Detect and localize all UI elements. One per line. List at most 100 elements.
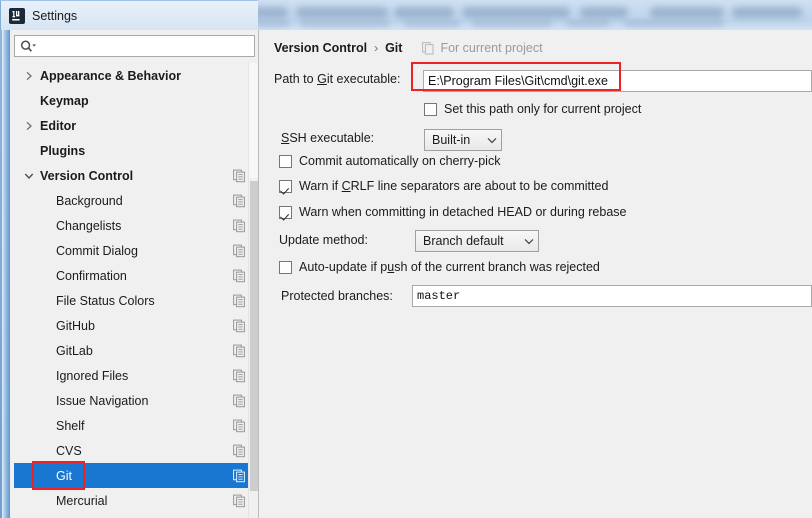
sidebar-item-label: Background	[56, 193, 123, 208]
set-path-only-current-project-label: Set this path only for current project	[444, 102, 642, 116]
git-path-label: Path to Git executable:	[274, 72, 401, 86]
sidebar-item-label: Ignored Files	[56, 368, 129, 383]
settings-window: Settings Appearance & Behavior Keymap Ed…	[0, 0, 812, 518]
sidebar-scrollbar-thumb[interactable]	[250, 181, 258, 491]
breadcrumb: Version Control › Git For current projec…	[274, 41, 543, 55]
copy-icon[interactable]	[233, 444, 246, 457]
chevron-down-icon	[487, 137, 497, 144]
sidebar-item-cvs[interactable]: CVS	[14, 438, 255, 463]
ssh-executable-select[interactable]: Built-in	[424, 129, 502, 151]
sidebar-item-commit-dialog[interactable]: Commit Dialog	[14, 238, 255, 263]
breadcrumb-current: Git	[385, 41, 403, 55]
warn-crlf-checkbox[interactable]	[279, 179, 292, 193]
sidebar-item-keymap[interactable]: Keymap	[14, 88, 255, 113]
sidebar-scrollbar-track[interactable]	[248, 63, 259, 518]
copy-icon[interactable]	[233, 194, 246, 207]
ssh-executable-value: Built-in	[432, 133, 471, 147]
chevron-down-icon[interactable]	[20, 172, 38, 180]
sidebar-item-background[interactable]: Background	[14, 188, 255, 213]
sidebar-item-appearance-behavior[interactable]: Appearance & Behavior	[14, 63, 255, 88]
sidebar-item-plugins[interactable]: Plugins	[14, 138, 255, 163]
sidebar-item-label: Appearance & Behavior	[40, 68, 182, 83]
window-titlebar[interactable]: Settings	[0, 0, 258, 30]
copy-icon[interactable]	[233, 219, 246, 232]
chevron-down-icon	[524, 238, 534, 245]
update-method-value: Branch default	[423, 234, 504, 248]
update-method-label: Update method:	[279, 233, 368, 247]
warn-crlf-row[interactable]: Warn if CRLF line separators are about t…	[279, 179, 608, 193]
copy-icon[interactable]	[233, 394, 246, 407]
sidebar-item-label: Editor	[40, 118, 77, 133]
sidebar-item-file-status-colors[interactable]: File Status Colors	[14, 288, 255, 313]
commit-on-cherry-pick-checkbox[interactable]	[279, 154, 292, 168]
copy-icon[interactable]	[233, 269, 246, 282]
set-path-only-current-project-row[interactable]: Set this path only for current project	[424, 102, 641, 116]
sidebar-item-label: Commit Dialog	[56, 243, 138, 258]
sidebar-item-ignored-files[interactable]: Ignored Files	[14, 363, 255, 388]
sidebar-item-editor[interactable]: Editor	[14, 113, 255, 138]
auto-update-rejected-label: Auto-update if push of the current branc…	[299, 260, 600, 274]
copy-icon[interactable]	[233, 494, 246, 507]
settings-dialog-screenshot: Settings Appearance & Behavior Keymap Ed…	[0, 0, 812, 518]
copy-icon[interactable]	[233, 419, 246, 432]
copy-icon	[422, 41, 435, 55]
copy-icon[interactable]	[233, 469, 246, 482]
sidebar-item-label: Issue Navigation	[56, 393, 149, 408]
git-path-input[interactable]	[423, 70, 812, 92]
sidebar-item-label: Mercurial	[56, 493, 108, 508]
dialog-body: Appearance & Behavior Keymap Editor Plugins…	[10, 30, 812, 518]
warn-detached-head-row[interactable]: Warn when committing in detached HEAD or…	[279, 205, 626, 219]
settings-sidebar: Appearance & Behavior Keymap Editor Plugins…	[10, 30, 259, 518]
sidebar-item-gitlab[interactable]: GitLab	[14, 338, 255, 363]
auto-update-rejected-checkbox[interactable]	[279, 260, 292, 274]
breadcrumb-parent[interactable]: Version Control	[274, 41, 367, 55]
sidebar-item-github[interactable]: GitHub	[14, 313, 255, 338]
sidebar-item-label: File Status Colors	[56, 293, 155, 308]
window-title: Settings	[32, 8, 78, 23]
copy-icon[interactable]	[233, 244, 246, 257]
sidebar-item-label: Shelf	[56, 418, 85, 433]
update-method-select[interactable]: Branch default	[415, 230, 539, 252]
scope-note: For current project	[422, 41, 543, 55]
copy-icon[interactable]	[233, 319, 246, 332]
sidebar-item-label: Changelists	[56, 218, 122, 233]
update-method-label-row: Update method:	[279, 233, 368, 247]
git-settings-panel: Version Control › Git For current projec…	[259, 30, 812, 518]
sidebar-search-box[interactable]	[14, 35, 255, 57]
sidebar-item-label: Git	[56, 468, 72, 483]
sidebar-item-issue-navigation[interactable]: Issue Navigation	[14, 388, 255, 413]
set-path-only-current-project-checkbox[interactable]	[424, 102, 437, 116]
commit-on-cherry-pick-row[interactable]: Commit automatically on cherry-pick	[279, 154, 500, 168]
sidebar-item-shelf[interactable]: Shelf	[14, 413, 255, 438]
sidebar-item-label: Plugins	[40, 143, 86, 158]
sidebar-item-git[interactable]: Git	[14, 463, 255, 488]
auto-update-rejected-row[interactable]: Auto-update if push of the current branc…	[279, 260, 600, 274]
scope-note-label: For current project	[440, 41, 543, 55]
sidebar-item-version-control[interactable]: Version Control	[14, 163, 255, 188]
sidebar-item-label: CVS	[56, 443, 82, 458]
sidebar-item-changelists[interactable]: Changelists	[14, 213, 255, 238]
search-input[interactable]	[41, 37, 254, 55]
copy-icon[interactable]	[233, 294, 246, 307]
sidebar-item-label: Version Control	[40, 168, 134, 183]
copy-icon[interactable]	[233, 169, 246, 182]
protected-branches-label: Protected branches:	[281, 289, 393, 303]
chevron-right-icon[interactable]	[20, 121, 38, 131]
sidebar-item-label: GitHub	[56, 318, 95, 333]
copy-icon[interactable]	[233, 344, 246, 357]
copy-icon[interactable]	[233, 369, 246, 382]
ssh-executable-label-rest: SH executable:	[289, 131, 375, 145]
protected-branches-input[interactable]	[412, 285, 812, 307]
warn-detached-head-checkbox[interactable]	[279, 205, 292, 219]
sidebar-item-label: GitLab	[56, 343, 93, 358]
sidebar-item-mercurial[interactable]: Mercurial	[14, 488, 255, 513]
sidebar-item-confirmation[interactable]: Confirmation	[14, 263, 255, 288]
git-path-label-row: Path to Git executable:	[274, 72, 401, 86]
breadcrumb-separator: ›	[374, 41, 379, 55]
protected-branches-label-row: Protected branches:	[281, 289, 393, 303]
chevron-right-icon[interactable]	[20, 71, 38, 81]
sidebar-item-label: Confirmation	[56, 268, 127, 283]
intellij-idea-icon	[9, 7, 25, 24]
search-icon[interactable]	[15, 36, 41, 56]
settings-tree[interactable]: Appearance & Behavior Keymap Editor Plugins…	[14, 63, 255, 518]
